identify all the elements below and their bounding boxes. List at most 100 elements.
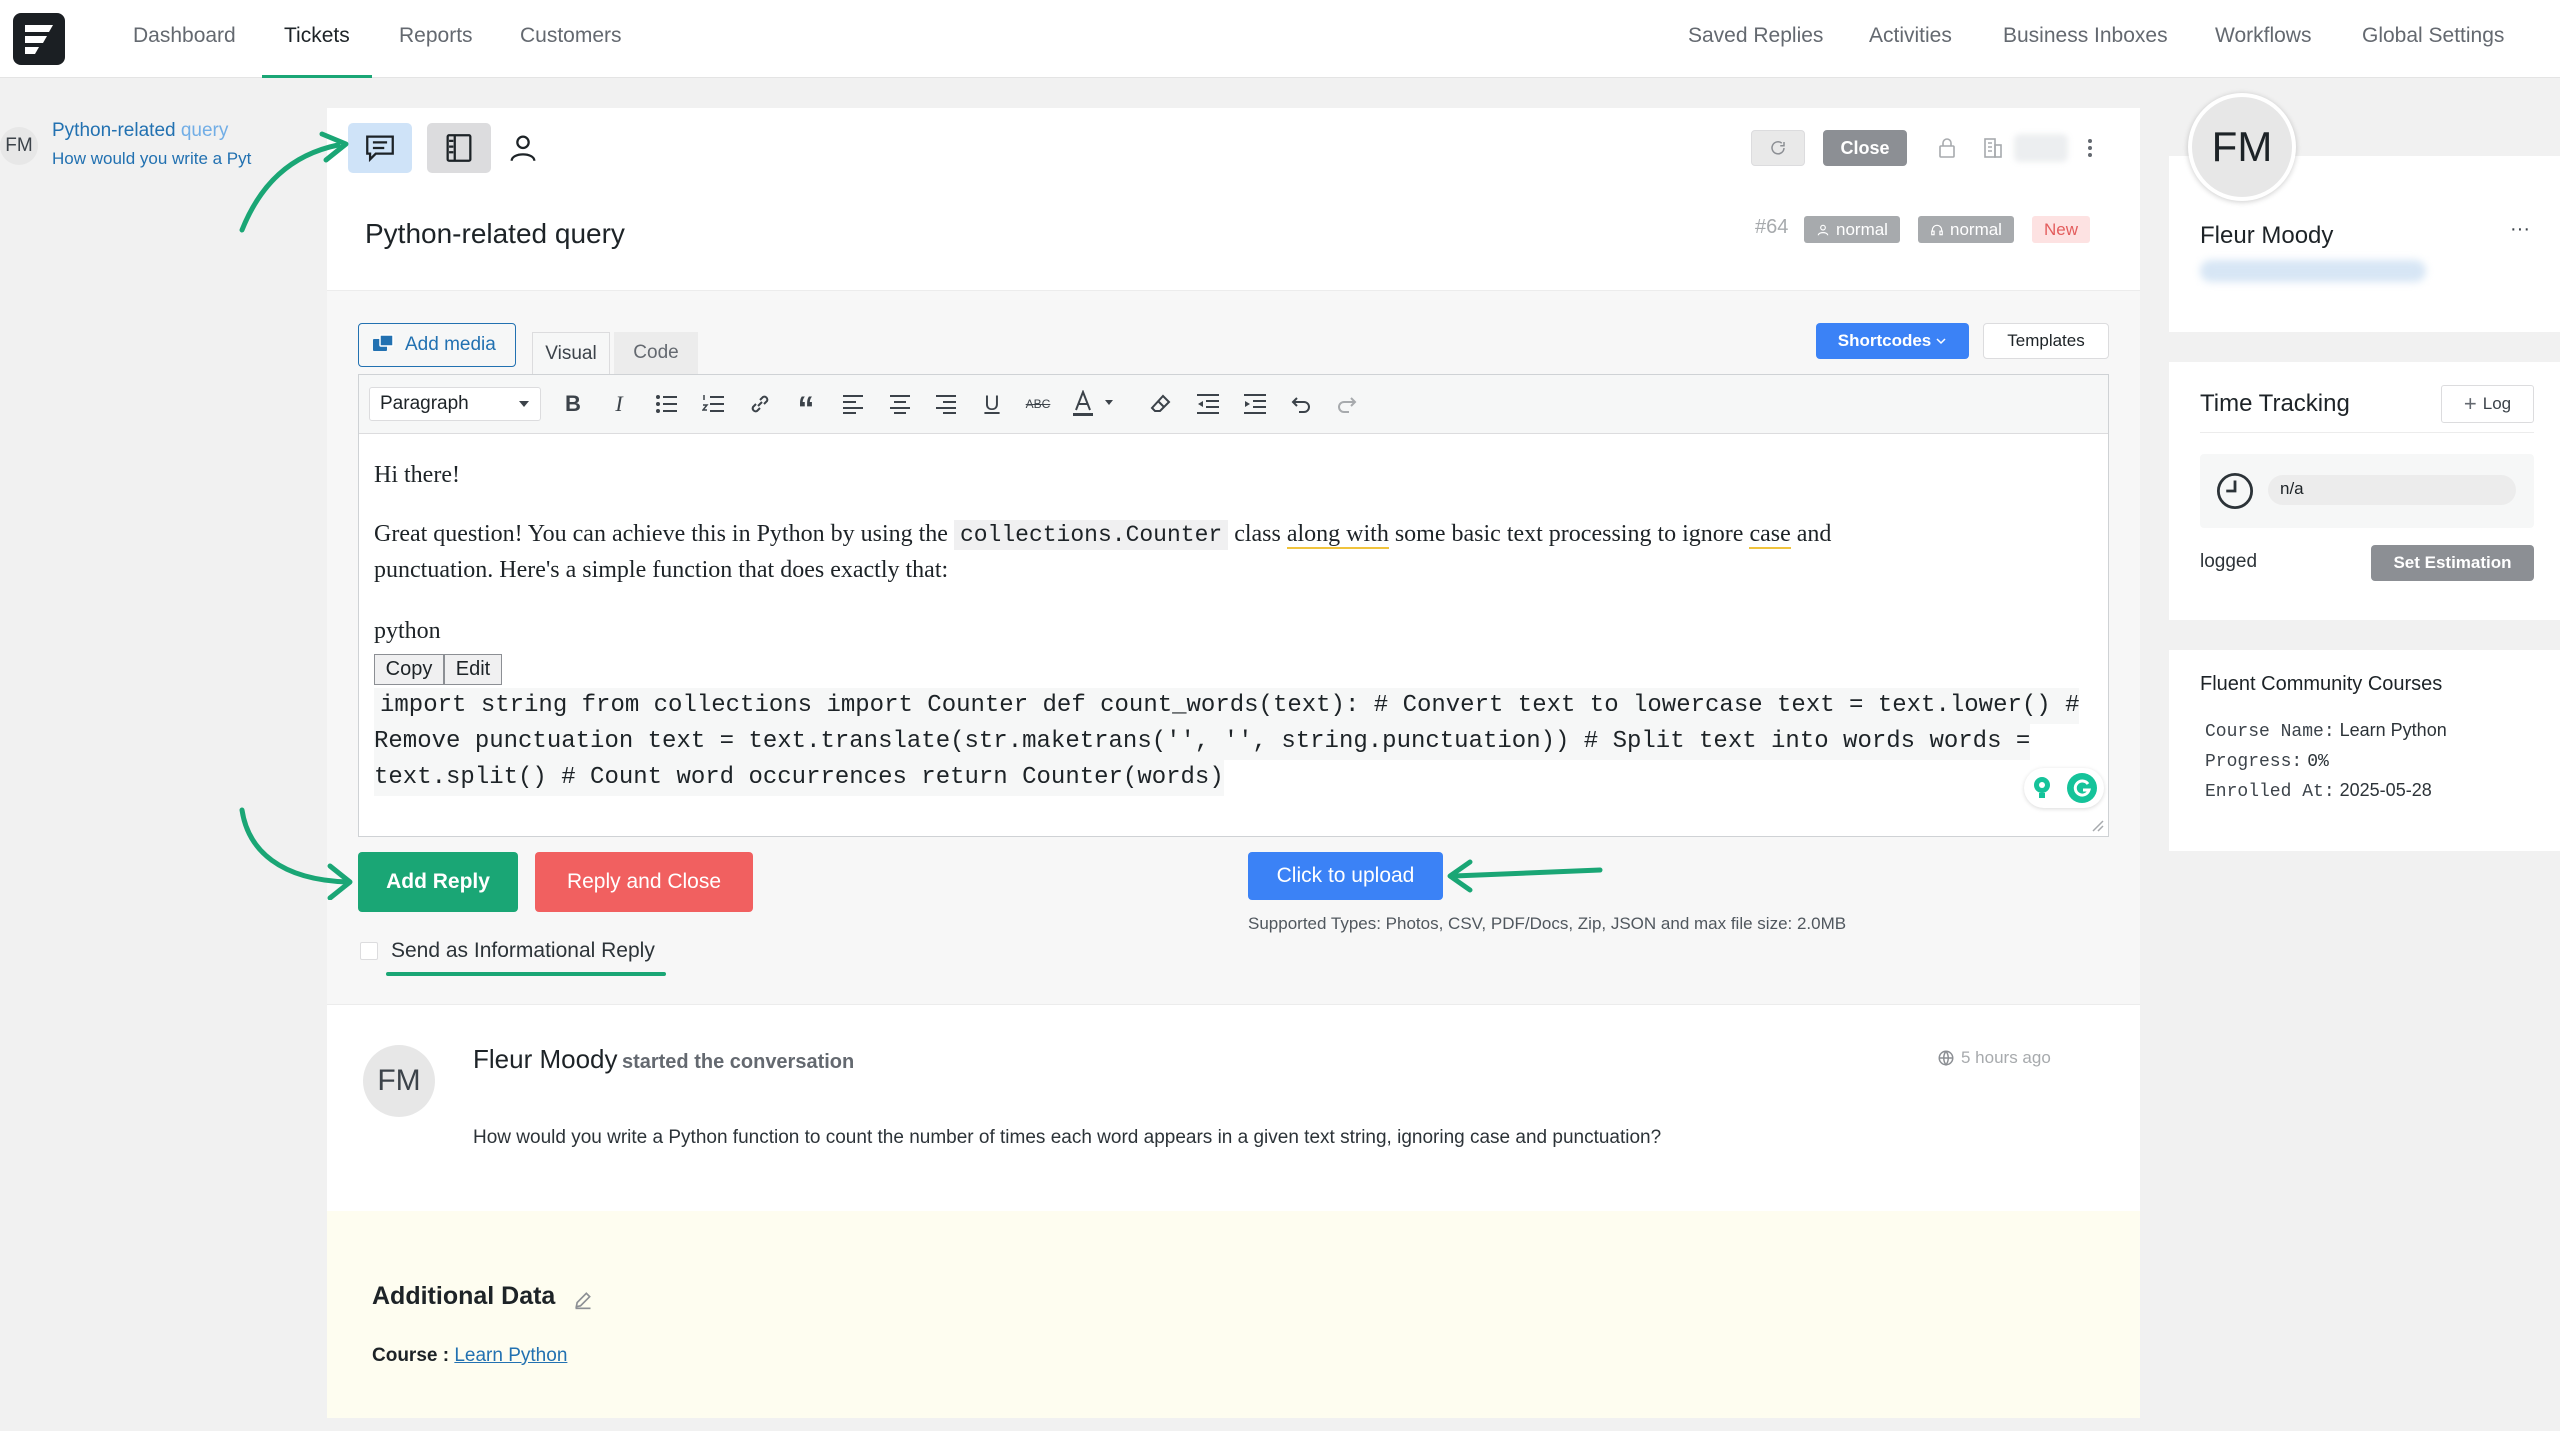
user-icon	[510, 135, 536, 162]
redo-button[interactable]	[1332, 389, 1362, 419]
outdent-button[interactable]	[1193, 389, 1223, 419]
reply-text: Great question! You can achieve this in …	[374, 521, 954, 547]
eraser-icon	[1150, 394, 1171, 412]
log-time-label: Log	[2482, 394, 2512, 413]
nav-tickets[interactable]: Tickets	[262, 0, 372, 78]
time-tracking-title: Time Tracking	[2200, 390, 2350, 417]
sidebar-toggle-button[interactable]	[427, 123, 491, 173]
informational-reply-checkbox[interactable]	[360, 942, 378, 960]
align-right-icon	[936, 395, 956, 414]
blockquote-button[interactable]: “	[791, 389, 821, 426]
conversation-action: started the conversation	[621, 1051, 855, 1073]
underline-button[interactable]: U	[977, 389, 1007, 419]
bullet-list-button[interactable]	[652, 389, 682, 419]
client-priority-label: normal	[1950, 220, 2002, 239]
blurred-email	[2200, 260, 2426, 282]
nav-saved-replies[interactable]: Saved Replies	[1688, 0, 1823, 78]
align-center-button[interactable]	[885, 389, 915, 419]
tab-visual[interactable]: Visual	[532, 332, 610, 375]
templates-button[interactable]: Templates	[1983, 323, 2109, 359]
enrolled-value: 2025-05-28	[2339, 780, 2432, 800]
link-button[interactable]	[745, 389, 775, 419]
resize-handle-icon[interactable]	[2090, 818, 2104, 832]
log-time-button[interactable]: + Log	[2441, 385, 2534, 423]
edit-button[interactable]: Edit	[444, 654, 502, 685]
globe-icon	[1938, 1050, 1954, 1066]
clock-icon	[2216, 472, 2254, 510]
align-left-icon	[843, 395, 863, 414]
course-name-row: Course Name: Learn Python	[2205, 716, 2447, 746]
reply-paragraph-line-1: Great question! You can achieve this in …	[374, 520, 1831, 550]
edit-pencil-icon[interactable]	[573, 1290, 593, 1310]
caret-down-icon	[519, 401, 529, 407]
undo-button[interactable]	[1286, 389, 1316, 419]
align-center-icon	[890, 395, 910, 414]
numbered-list-icon	[702, 395, 724, 412]
tab-code[interactable]: Code	[614, 332, 698, 374]
lock-icon[interactable]	[1935, 136, 1959, 160]
add-media-button[interactable]: Add media	[358, 323, 516, 367]
grammar-highlight[interactable]: along with	[1286, 521, 1389, 549]
building-icon[interactable]	[1981, 136, 2005, 160]
close-ticket-button[interactable]: Close	[1823, 130, 1907, 166]
app-logo-icon[interactable]	[13, 13, 65, 65]
ticket-list-item[interactable]: Python-related query	[52, 120, 228, 142]
nav-workflows[interactable]: Workflows	[2215, 0, 2311, 78]
align-right-button[interactable]	[931, 389, 961, 419]
ticket-title: Python-related query	[365, 218, 625, 249]
indent-button[interactable]	[1240, 389, 1270, 419]
more-vertical-icon[interactable]	[2082, 136, 2098, 160]
annotation-arrow-icon	[239, 807, 353, 900]
reply-and-close-button[interactable]: Reply and Close	[535, 852, 753, 912]
format-select[interactable]: Paragraph	[369, 387, 541, 421]
refresh-icon	[1771, 141, 1785, 155]
status-badge: New	[2032, 216, 2091, 243]
code-line: text.split() # Count word occurrences re…	[374, 760, 1224, 796]
customer-more-icon[interactable]: ···	[2510, 218, 2530, 241]
time-logged-label: logged	[2200, 551, 2258, 572]
set-estimation-button[interactable]: Set Estimation	[2371, 545, 2534, 581]
italic-button[interactable]: I	[604, 389, 634, 419]
course-name-label: Course Name:	[2205, 722, 2335, 742]
reply-text: class	[1228, 521, 1287, 547]
community-details: Course Name: Learn Python Progress: 0% E…	[2205, 716, 2447, 806]
additional-course-label: Course :	[372, 1345, 450, 1366]
nav-business-inboxes[interactable]: Business Inboxes	[2003, 0, 2168, 78]
copy-button[interactable]: Copy	[374, 654, 444, 685]
align-left-button[interactable]	[838, 389, 868, 419]
grammar-highlight[interactable]: case	[1749, 521, 1791, 549]
customer-avatar: FM	[2188, 93, 2296, 201]
add-media-label: Add media	[405, 334, 496, 355]
reply-paragraph-line-2: punctuation. Here's a simple function th…	[374, 557, 949, 583]
shortcodes-button[interactable]: Shortcodes	[1816, 323, 1969, 359]
text-color-button[interactable]	[1069, 389, 1119, 419]
nav-activities[interactable]: Activities	[1869, 0, 1952, 78]
nav-customers[interactable]: Customers	[520, 0, 622, 78]
conversation-time-text: 5 hours ago	[1961, 1048, 2051, 1067]
enrolled-label: Enrolled At:	[2205, 782, 2335, 802]
panel-icon	[446, 134, 472, 162]
bold-button[interactable]: B	[558, 389, 588, 419]
clear-formatting-button[interactable]	[1146, 389, 1176, 419]
nav-global-settings[interactable]: Global Settings	[2362, 0, 2504, 78]
informational-reply-label[interactable]: Send as Informational Reply	[391, 939, 655, 963]
code-line: Remove punctuation text = text.translate…	[374, 724, 2031, 760]
upload-help-text: Supported Types: Photos, CSV, PDF/Docs, …	[1248, 914, 1847, 933]
annotation-arrow-icon	[239, 131, 349, 233]
customer-name[interactable]: Fleur Moody	[2200, 222, 2333, 250]
strikethrough-button[interactable]: ABC	[1023, 389, 1053, 419]
customer-view-button[interactable]	[491, 123, 555, 173]
nav-reports[interactable]: Reports	[399, 0, 473, 78]
add-reply-button[interactable]: Add Reply	[358, 852, 518, 912]
italic-icon: I	[615, 391, 623, 416]
client-priority-badge: normal	[1918, 216, 2014, 243]
numbered-list-button[interactable]	[699, 389, 729, 419]
nav-dashboard[interactable]: Dashboard	[133, 0, 236, 78]
code-language: python	[374, 618, 441, 644]
conversation-author[interactable]: Fleur Moody	[473, 1044, 618, 1074]
upload-button[interactable]: Click to upload	[1248, 852, 1443, 900]
annotation-arrow-icon	[1447, 859, 1603, 893]
course-link[interactable]: Learn Python	[454, 1345, 567, 1366]
grammarly-widget[interactable]	[2024, 768, 2104, 808]
refresh-button[interactable]	[1751, 130, 1805, 166]
